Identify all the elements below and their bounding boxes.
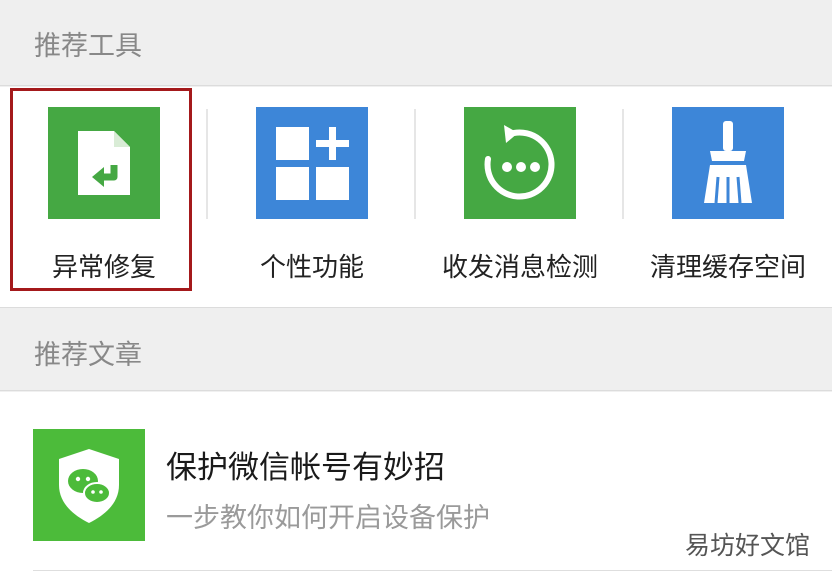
section-header-tools: 推荐工具 xyxy=(0,0,832,86)
tool-repair[interactable]: 异常修复 xyxy=(0,87,208,307)
wechat-shield-icon xyxy=(33,429,145,541)
article-description: 一步教你如何开启设备保护 xyxy=(166,503,490,534)
watermark: 易坊好文馆 xyxy=(684,531,810,560)
divider xyxy=(33,570,832,571)
tool-label: 收发消息检测 xyxy=(441,253,598,283)
tool-personal-features[interactable]: 个性功能 xyxy=(208,87,416,307)
tool-label: 清理缓存空间 xyxy=(649,253,806,283)
tool-clear-cache[interactable]: 清理缓存空间 xyxy=(624,87,832,307)
broom-icon xyxy=(672,107,784,219)
refresh-dots-icon xyxy=(464,107,576,219)
file-repair-icon xyxy=(48,107,160,219)
tool-message-check[interactable]: 收发消息检测 xyxy=(416,87,624,307)
section-header-articles: 推荐文章 xyxy=(0,307,832,391)
tool-label: 个性功能 xyxy=(259,253,364,283)
grid-plus-icon xyxy=(256,107,368,219)
article-title: 保护微信帐号有妙招 xyxy=(166,450,445,486)
tools-row: 异常修复 个性功能 收发消息检测 清理缓存空间 xyxy=(0,87,832,307)
tool-label: 异常修复 xyxy=(51,253,156,283)
